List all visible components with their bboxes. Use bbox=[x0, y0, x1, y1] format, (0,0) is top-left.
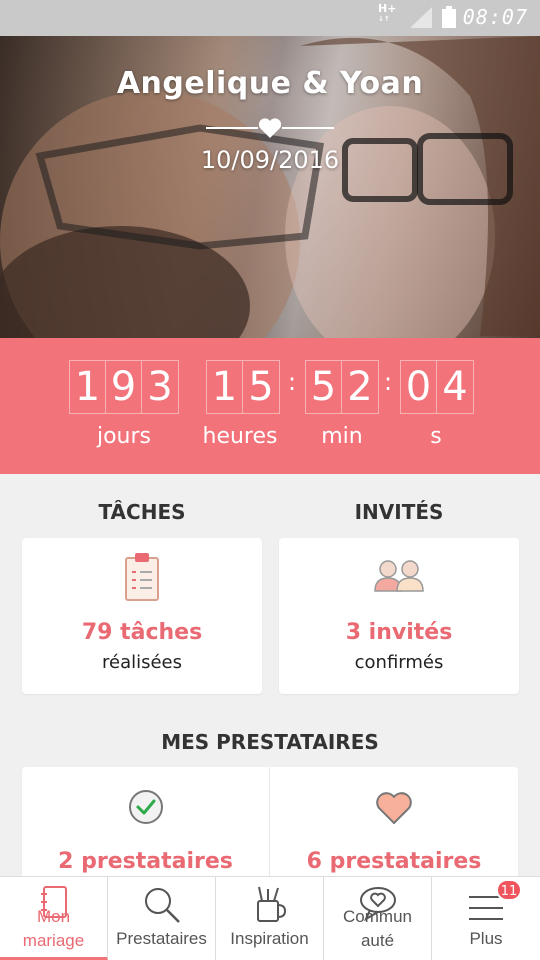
vendors-booked-count: 2 prestataires bbox=[58, 849, 233, 874]
heart-divider-icon bbox=[206, 118, 334, 138]
battery-icon bbox=[442, 6, 456, 28]
search-icon bbox=[144, 888, 180, 923]
countdown-minutes: 5 2 bbox=[305, 360, 379, 414]
nav-mon-mariage[interactable]: Mon mariage bbox=[0, 877, 108, 960]
couple-names: Angelique & Yoan bbox=[116, 66, 424, 101]
pencil-cup-icon bbox=[256, 886, 286, 922]
heart-icon bbox=[376, 792, 412, 824]
vendors-favorites-card[interactable]: 6 prestataires bbox=[270, 767, 518, 887]
days-label: jours bbox=[96, 424, 152, 449]
status-bar: H+ ↓↑ 08:07 bbox=[0, 0, 540, 36]
tasks-caption: réalisées bbox=[101, 652, 182, 673]
vendors-booked-card[interactable]: 2 prestataires bbox=[22, 767, 269, 887]
couple-photo[interactable]: Angelique & Yoan 10/09/2016 bbox=[0, 36, 540, 338]
tasks-card[interactable]: 79 tâches réalisées bbox=[22, 538, 262, 694]
hours-label: heures bbox=[202, 424, 278, 449]
notification-badge: 11 bbox=[496, 879, 522, 901]
tasks-count: 79 tâches bbox=[81, 620, 203, 645]
network-type: H+ ↓↑ bbox=[378, 2, 397, 23]
guests-couple-icon bbox=[374, 560, 424, 592]
countdown-days: 1 9 3 bbox=[69, 360, 179, 414]
nav-communaute[interactable]: Communauté bbox=[324, 877, 432, 960]
countdown-separator: : bbox=[384, 368, 393, 396]
status-time: 08:07 bbox=[462, 5, 528, 29]
countdown-separator: : bbox=[288, 368, 297, 396]
guests-section-title: INVITÉS bbox=[354, 500, 444, 524]
wedding-countdown: 1 9 3 1 5 : 5 2 : 0 4 jours heures min s bbox=[0, 338, 540, 474]
nav-prestataires[interactable]: Prestataires bbox=[108, 877, 216, 960]
vendors-favorites-count: 6 prestataires bbox=[306, 849, 482, 874]
countdown-seconds: 0 4 bbox=[400, 360, 474, 414]
vendors-section-title: MES PRESTATAIRES bbox=[161, 730, 379, 754]
guests-card[interactable]: 3 invités confirmés bbox=[279, 538, 519, 694]
nav-label: Inspiration bbox=[230, 929, 309, 948]
guests-caption: confirmés bbox=[354, 652, 444, 673]
signal-icon bbox=[410, 7, 432, 28]
clipboard-checklist-icon bbox=[125, 553, 159, 601]
nav-label: Communauté bbox=[343, 907, 412, 950]
guests-count: 3 invités bbox=[345, 620, 453, 645]
seconds-label: s bbox=[430, 424, 442, 449]
nav-label: Plus bbox=[469, 929, 503, 948]
minutes-label: min bbox=[321, 424, 363, 449]
wedding-date: 10/09/2016 bbox=[200, 146, 340, 174]
check-circle-icon bbox=[128, 790, 163, 824]
bottom-navigation: Mon mariage Prestataires Inspiration Com… bbox=[0, 876, 540, 960]
nav-plus[interactable]: 11 Plus bbox=[432, 877, 540, 960]
tasks-section-title: TÂCHES bbox=[98, 500, 186, 524]
nav-label: Mon mariage bbox=[22, 907, 85, 950]
nav-inspiration[interactable]: Inspiration bbox=[216, 877, 324, 960]
countdown-hours: 1 5 bbox=[206, 360, 280, 414]
nav-label: Prestataires bbox=[116, 929, 207, 948]
